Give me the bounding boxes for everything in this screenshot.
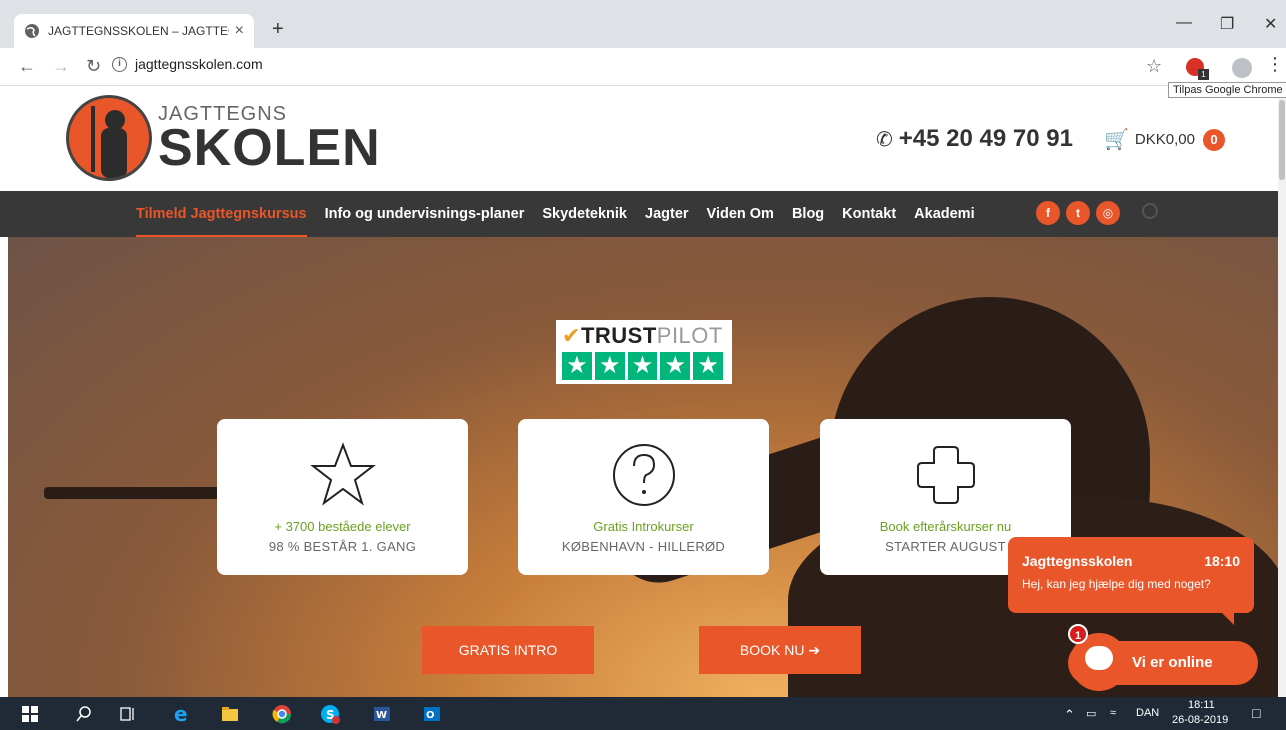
phone-link[interactable]: ✆ +45 20 49 70 91 [876,125,1073,153]
notifications-icon[interactable]: □ [1252,705,1260,721]
info-icon[interactable]: i [112,56,127,72]
nav-item-skydeteknik[interactable]: Skydeteknik [542,191,627,237]
card-subline: 98 % BESTÅR 1. GANG [268,539,417,554]
tab-close-icon[interactable]: × [235,22,244,40]
nav-item-akademi[interactable]: Akademi [914,191,974,237]
trustpilot-star-icon: ★ [627,352,658,380]
extension-icon[interactable]: 1 [1186,58,1209,80]
window-close-icon[interactable]: ✕ [1264,14,1277,34]
outlook-icon[interactable]: O [422,704,442,724]
search-icon[interactable] [74,704,94,724]
feature-card-students[interactable]: + 3700 beståede elever 98 % BESTÅR 1. GA… [217,419,468,575]
minimize-icon[interactable]: — [1176,14,1192,32]
card-subline: KØBENHAVN - HILLERØD [561,539,726,554]
word-icon[interactable]: W [372,704,392,724]
cart-icon: 🛒 [1104,129,1129,151]
star-icon[interactable]: ☆ [1146,56,1162,77]
extension-badge: 1 [1198,69,1209,80]
trustpilot-star-icon: ★ [693,352,723,380]
task-view-icon[interactable] [118,704,138,724]
main-navigation: Tilmeld Jagttegnskursus Info og undervis… [0,191,1278,237]
svg-text:O: O [426,710,435,721]
trustpilot-pilot: PILOT [656,323,723,348]
tray-chevron-icon[interactable]: ⌃ [1064,707,1075,723]
browser-tab[interactable]: JAGTTEGNSSKOLEN – JAGTTEGN × [14,14,254,48]
card-headline: Book efterårskurser nu [879,519,1012,534]
trustpilot-star-icon: ★ [594,352,625,380]
trustpilot-badge[interactable]: ✔TRUSTPILOT ★ ★ ★ ★ ★ [556,320,732,384]
reload-icon[interactable]: ↻ [86,56,101,77]
card-headline: Gratis Introkurser [593,519,694,534]
windows-taskbar: e S W O ⌃ ▭ ≈ DAN 18:11 26-08-2019 □ [0,697,1286,730]
wifi-icon[interactable]: ≈ [1110,707,1116,719]
cart-link[interactable]: 🛒 DKK0,00 0 [1104,127,1225,152]
new-tab-button[interactable]: + [272,18,284,41]
plus-outline-icon [917,446,975,504]
network-icon[interactable]: ▭ [1086,707,1096,720]
trustpilot-stars: ★ ★ ★ ★ ★ [562,352,726,380]
nav-item-kontakt[interactable]: Kontakt [842,191,896,237]
nav-item-blog[interactable]: Blog [792,191,824,237]
trustpilot-star-icon: ★ [660,352,691,380]
trustpilot-star-icon: ★ [562,352,592,380]
logo-big-text: SKOLEN [158,119,381,177]
svg-text:W: W [376,710,387,721]
address-bar: ← → ↻ i jagttegnsskolen.com ☆ 1 ⋮ [0,48,1286,86]
url-field[interactable]: i jagttegnsskolen.com [112,56,263,72]
instagram-icon[interactable]: ◎ [1096,201,1120,225]
hero-section: ✔TRUSTPILOT ★ ★ ★ ★ ★ + 3700 beståede el… [8,237,1278,697]
hunter-silhouette-icon [66,95,152,181]
internet-explorer-icon[interactable]: e [172,704,192,724]
chat-message-bubble[interactable]: Jagttegnsskolen 18:10 Hej, kan jeg hjælp… [1008,537,1254,625]
chat-agent-name: Jagttegnsskolen [1022,553,1133,569]
question-circle-icon [613,444,675,506]
trustpilot-check-icon: ✔ [562,323,581,348]
back-icon[interactable]: ← [18,56,36,77]
nav-item-viden-om[interactable]: Viden Om [707,191,774,237]
file-explorer-icon[interactable] [220,704,240,724]
clock-time[interactable]: 18:11 [1188,699,1215,711]
site-header: JAGTTEGNS SKOLEN ✆ +45 20 49 70 91 🛒 DKK… [0,87,1278,191]
nav-item-jagter[interactable]: Jagter [645,191,689,237]
phone-number: +45 20 49 70 91 [898,125,1073,152]
cart-count-badge: 0 [1202,128,1225,151]
gratis-intro-button[interactable]: GRATIS INTRO [422,626,594,674]
page-scrollbar-thumb[interactable] [1279,100,1285,180]
nav-item-tilmeld[interactable]: Tilmeld Jagttegnskursus [136,191,307,237]
skype-icon[interactable]: S [320,704,340,724]
clock-date[interactable]: 26-08-2019 [1172,714,1228,726]
chrome-icon[interactable] [272,704,292,724]
search-icon[interactable] [1142,203,1158,219]
feature-card-intro[interactable]: Gratis Introkurser KØBENHAVN - HILLERØD [518,419,769,575]
twitter-icon[interactable]: t [1066,201,1090,225]
tab-title: JAGTTEGNSSKOLEN – JAGTTEGN [48,24,229,38]
cart-amount: DKK0,00 [1134,131,1195,148]
globe-icon [25,24,39,38]
chat-launcher-button[interactable]: 1 Vi er online [1068,624,1258,691]
trustpilot-trust: TRUST [580,323,657,348]
forward-icon[interactable]: → [52,56,70,77]
facebook-icon[interactable]: f [1036,201,1060,225]
browser-tabbar: JAGTTEGNSSKOLEN – JAGTTEGN × + — ❐ ✕ [0,0,1286,48]
site-logo[interactable]: JAGTTEGNS SKOLEN [66,95,381,181]
chat-unread-badge: 1 [1068,624,1088,644]
star-outline-icon [310,442,376,506]
tooltip: Tilpas Google Chrome [1168,82,1286,98]
language-indicator[interactable]: DAN [1136,707,1159,719]
chat-time: 18:10 [1204,553,1240,569]
svg-text:e: e [174,704,188,724]
profile-icon[interactable] [1232,58,1252,78]
chat-message: Hej, kan jeg hjælpe dig med noget? [1022,577,1211,591]
menu-icon[interactable]: ⋮ [1266,54,1284,75]
card-headline: + 3700 beståede elever [274,519,411,534]
restore-icon[interactable]: ❐ [1220,14,1234,34]
chat-bubble-glyph [1085,646,1113,670]
phone-icon: ✆ [876,128,893,151]
windows-start-icon[interactable] [22,706,38,722]
chat-online-label: Vi er online [1132,654,1213,671]
book-nu-button[interactable]: BOOK NU ➔ [699,626,861,674]
nav-item-info[interactable]: Info og undervisnings-planer [325,191,525,237]
chat-bubble-tail [1222,613,1234,625]
url-text: jagttegnsskolen.com [135,56,263,72]
